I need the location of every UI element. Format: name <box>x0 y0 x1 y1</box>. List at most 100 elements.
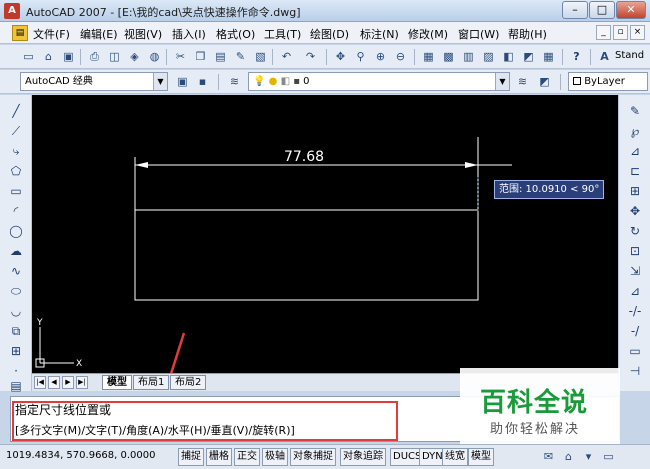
menu-file[interactable]: 文件(F) <box>33 26 70 42</box>
layer-previous-icon[interactable]: ◩ <box>536 73 553 90</box>
menu-view[interactable]: 视图(V) <box>124 26 162 42</box>
markup-icon[interactable]: ◧ <box>500 48 517 65</box>
rectangle-icon[interactable]: ▭ <box>5 183 27 200</box>
zoom-previous-icon[interactable]: ⊖ <box>392 48 409 65</box>
doc-close-button[interactable]: × <box>630 25 645 40</box>
block-editor-icon[interactable]: ▧ <box>252 48 269 65</box>
insert-block-icon[interactable]: ⧉ <box>5 323 27 340</box>
dbconnect-icon[interactable]: ◩ <box>520 48 537 65</box>
print-icon[interactable]: ⎙ <box>86 48 103 65</box>
menu-dimension[interactable]: 标注(N) <box>360 26 399 42</box>
mirror-icon[interactable]: ⊿ <box>624 143 646 160</box>
extend-icon[interactable]: -/- <box>624 303 646 320</box>
toggle-grid[interactable]: 栅格 <box>206 448 232 466</box>
workspace-settings-icon[interactable]: ▣ <box>174 73 191 90</box>
new-file-icon[interactable]: ▭ <box>20 48 37 65</box>
polygon-icon[interactable]: ⬠ <box>5 163 27 180</box>
text-style-icon[interactable]: A <box>596 48 613 65</box>
publish-icon[interactable]: ◈ <box>126 48 143 65</box>
copy-object-icon[interactable]: ℘ <box>624 123 646 140</box>
tab-last-button[interactable]: ▶| <box>76 376 88 389</box>
rotate-icon[interactable]: ↻ <box>624 223 646 240</box>
join-icon[interactable]: ▭ <box>624 343 646 360</box>
dimension-text[interactable]: 77.68 <box>284 149 324 165</box>
menu-window[interactable]: 窗口(W) <box>458 26 499 42</box>
erase-icon[interactable]: ✎ <box>624 103 646 120</box>
maximize-button[interactable]: □ <box>589 1 615 19</box>
print-preview-icon[interactable]: ◫ <box>106 48 123 65</box>
workspace-save-icon[interactable]: ▪ <box>194 73 211 90</box>
autocad-app-icon[interactable]: A <box>4 3 20 19</box>
doc-minimize-button[interactable]: _ <box>596 25 611 40</box>
scale-icon[interactable]: ⊡ <box>624 243 646 260</box>
menu-modify[interactable]: 修改(M) <box>408 26 448 42</box>
match-properties-icon[interactable]: ✎ <box>232 48 249 65</box>
document-icon[interactable]: ▤ <box>12 25 28 41</box>
chevron-down-icon[interactable]: ▾ <box>580 448 597 465</box>
zoom-window-icon[interactable]: ⊕ <box>372 48 389 65</box>
tab-first-button[interactable]: |◀ <box>34 376 46 389</box>
layer-manager-icon[interactable]: ≋ <box>226 73 243 90</box>
doc-restore-button[interactable]: ▫ <box>613 25 628 40</box>
cut-icon[interactable]: ✂ <box>172 48 189 65</box>
layer-select[interactable]: 💡 ● ◧ ▪ 0 ▼ <box>248 72 510 91</box>
text-style-label[interactable]: Stand <box>615 50 644 61</box>
calculator-icon[interactable]: ▦ <box>540 48 557 65</box>
arc-icon[interactable]: ◜ <box>5 203 27 220</box>
construction-line-icon[interactable]: ⟋ <box>5 123 27 140</box>
drawing-canvas[interactable]: 77.68 Y X <box>32 95 618 373</box>
save-icon[interactable]: ▣ <box>60 48 77 65</box>
ellipse-icon[interactable]: ⬭ <box>5 283 27 300</box>
array-icon[interactable]: ⊞ <box>624 183 646 200</box>
tab-model[interactable]: 模型 <box>102 375 132 390</box>
tab-next-button[interactable]: ▶ <box>62 376 74 389</box>
properties-icon[interactable]: ▦ <box>420 48 437 65</box>
communication-center-icon[interactable]: ✉ <box>540 448 557 465</box>
spline-icon[interactable]: ∿ <box>5 263 27 280</box>
tab-prev-button[interactable]: ◀ <box>48 376 60 389</box>
clean-screen-icon[interactable]: ▭ <box>600 448 617 465</box>
toggle-model[interactable]: 模型 <box>468 448 494 466</box>
tab-layout2[interactable]: 布局2 <box>170 375 207 390</box>
coordinate-readout[interactable]: 1019.4834, 570.9668, 0.0000 <box>6 450 156 461</box>
toggle-otrack[interactable]: 对象追踪 <box>340 448 386 466</box>
move-icon[interactable]: ✥ <box>624 203 646 220</box>
menu-format[interactable]: 格式(O) <box>216 26 255 42</box>
polyline-icon[interactable]: ⤷ <box>5 143 27 160</box>
circle-icon[interactable]: ◯ <box>5 223 27 240</box>
toggle-lineweight[interactable]: 线宽 <box>442 448 468 466</box>
workspace-select[interactable]: AutoCAD 经典 ▼ <box>20 72 168 91</box>
etransmit-icon[interactable]: ◍ <box>146 48 163 65</box>
revision-cloud-icon[interactable]: ☁ <box>5 243 27 260</box>
copy-icon[interactable]: ❐ <box>192 48 209 65</box>
design-center-icon[interactable]: ▩ <box>440 48 457 65</box>
rectangle-shape[interactable] <box>134 209 479 301</box>
minimize-button[interactable]: – <box>562 1 588 19</box>
menu-insert[interactable]: 插入(I) <box>172 26 206 42</box>
lock-toolbar-icon[interactable]: ⌂ <box>560 448 577 465</box>
line-icon[interactable]: ╱ <box>5 103 27 120</box>
color-select[interactable]: ByLayer <box>568 72 648 91</box>
make-block-icon[interactable]: ⊞ <box>5 343 27 360</box>
hatch-icon[interactable]: ▤ <box>5 378 27 395</box>
paste-icon[interactable]: ▤ <box>212 48 229 65</box>
help-icon[interactable]: ? <box>568 48 585 65</box>
menu-draw[interactable]: 绘图(D) <box>310 26 349 42</box>
tab-layout1[interactable]: 布局1 <box>133 375 170 390</box>
zoom-realtime-icon[interactable]: ⚲ <box>352 48 369 65</box>
sheet-set-icon[interactable]: ▨ <box>480 48 497 65</box>
toggle-ortho[interactable]: 正交 <box>234 448 260 466</box>
menu-edit[interactable]: 编辑(E) <box>80 26 118 42</box>
toggle-snap[interactable]: 捕捉 <box>178 448 204 466</box>
toggle-polar[interactable]: 极轴 <box>262 448 288 466</box>
undo-icon[interactable]: ↶ <box>278 48 295 65</box>
close-button[interactable]: ✕ <box>616 1 646 19</box>
trim-icon[interactable]: ⊿ <box>624 283 646 300</box>
pan-icon[interactable]: ✥ <box>332 48 349 65</box>
tool-palettes-icon[interactable]: ▥ <box>460 48 477 65</box>
stretch-icon[interactable]: ⇲ <box>624 263 646 280</box>
chamfer-icon[interactable]: ⊣ <box>624 363 646 380</box>
offset-icon[interactable]: ⊏ <box>624 163 646 180</box>
menu-tools[interactable]: 工具(T) <box>264 26 301 42</box>
open-file-icon[interactable]: ⌂ <box>40 48 57 65</box>
